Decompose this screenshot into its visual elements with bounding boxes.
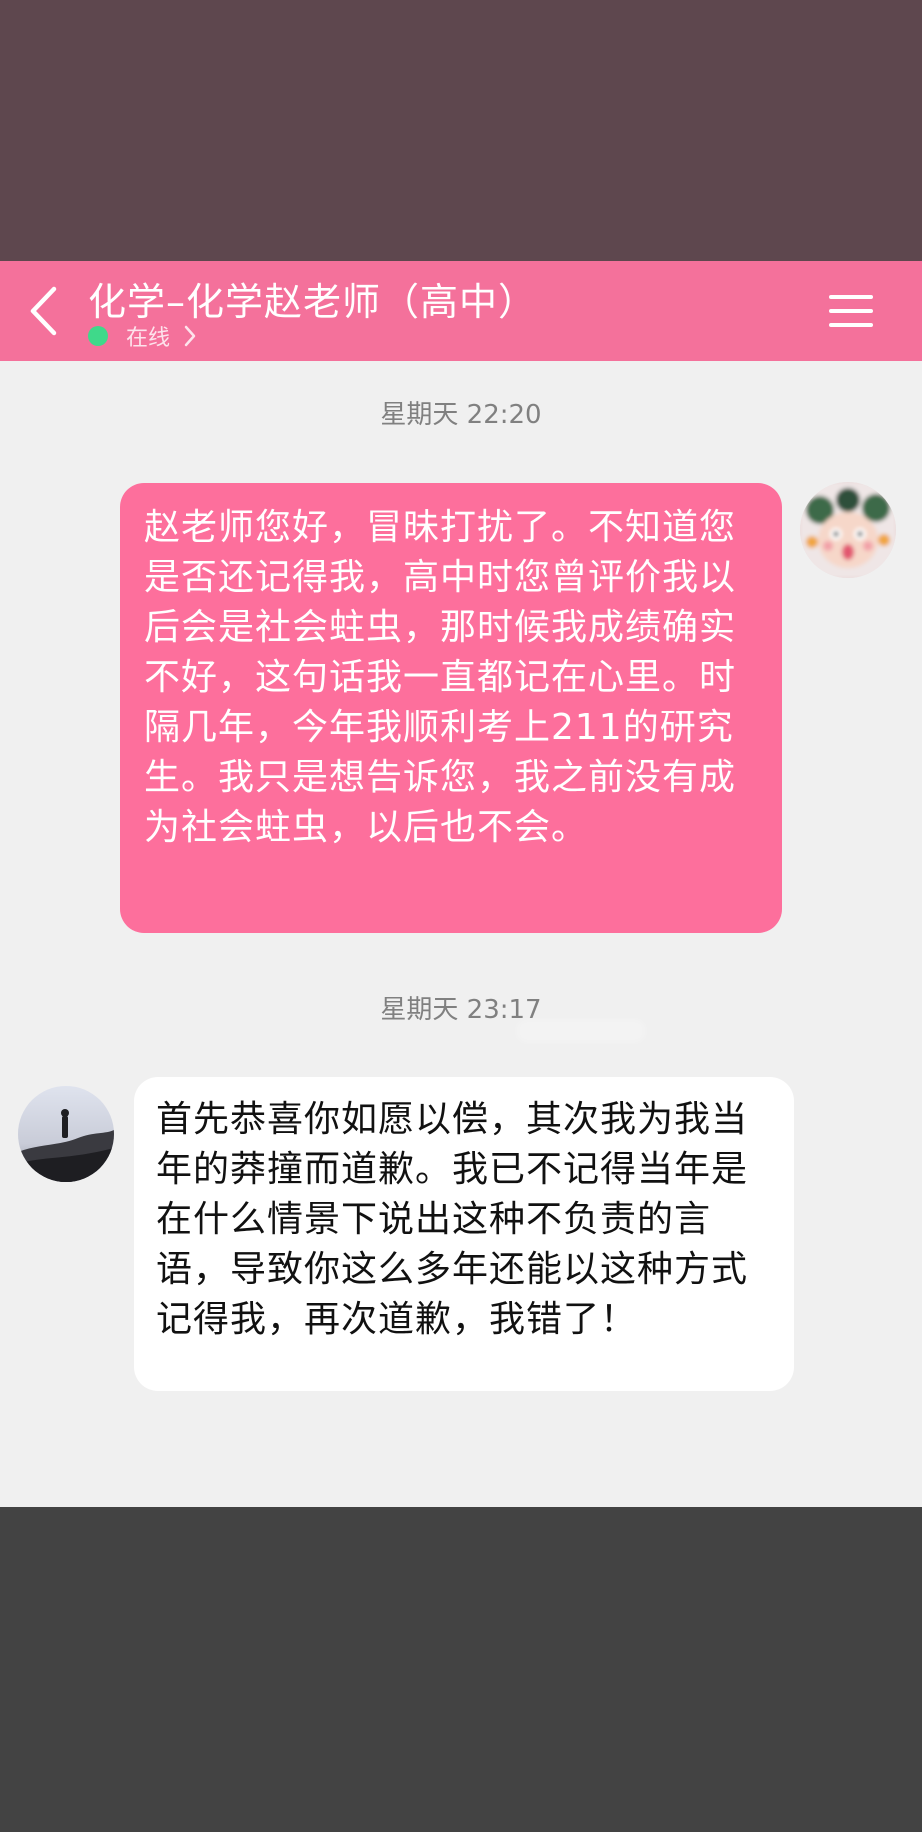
outgoing-message-bubble[interactable]: 赵老师您好，冒昧打扰了。不知道您是否还记得我，高中时您曾评价我以后会是社会蛀虫，…: [120, 483, 782, 1043]
my-avatar[interactable]: [800, 482, 896, 578]
message-text: 赵老师您好，冒昧打扰了。不知道您是否还记得我，高中时您曾评价我以后会是社会蛀虫，…: [144, 507, 737, 848]
landscape-silhouette-avatar-icon: [18, 1086, 114, 1182]
screen: 化学–化学赵老师（高中） 在线 星期天 22:20 赵老师您好，冒昧打扰了。不知…: [0, 0, 922, 1832]
online-dot-icon: [88, 326, 108, 346]
menu-button[interactable]: [828, 289, 874, 333]
message-text: 首先恭喜你如愿以偿，其次我为我当年的莽撞而道歉。我已不记得当年是在什么情景下说出…: [156, 1099, 749, 1340]
chevron-left-icon: [30, 286, 57, 336]
incoming-message-bubble[interactable]: 首先恭喜你如愿以偿，其次我为我当年的莽撞而道歉。我已不记得当年是在什么情景下说出…: [134, 1077, 794, 1391]
contact-name: 化学–化学赵老师（高中）: [88, 280, 538, 324]
chat-area[interactable]: 星期天 22:20 赵老师您好，冒昧打扰了。不知道您是否还记得我，高中时您曾评价…: [0, 361, 922, 1507]
hamburger-menu-icon: [829, 295, 873, 327]
cartoon-avatar-icon: [800, 482, 896, 578]
message-timestamp: 星期天 22:20: [380, 400, 542, 430]
back-button[interactable]: [18, 281, 68, 341]
status-label: 在线: [126, 326, 171, 351]
chat-header: 化学–化学赵老师（高中） 在线: [0, 261, 922, 361]
teacher-avatar[interactable]: [18, 1086, 114, 1182]
bottom-background-band: [0, 1507, 922, 1832]
chevron-right-icon: [184, 325, 196, 347]
top-background-band: [0, 0, 922, 261]
message-timestamp: 星期天 23:17: [380, 995, 542, 1025]
online-status[interactable]: 在线: [88, 321, 196, 351]
